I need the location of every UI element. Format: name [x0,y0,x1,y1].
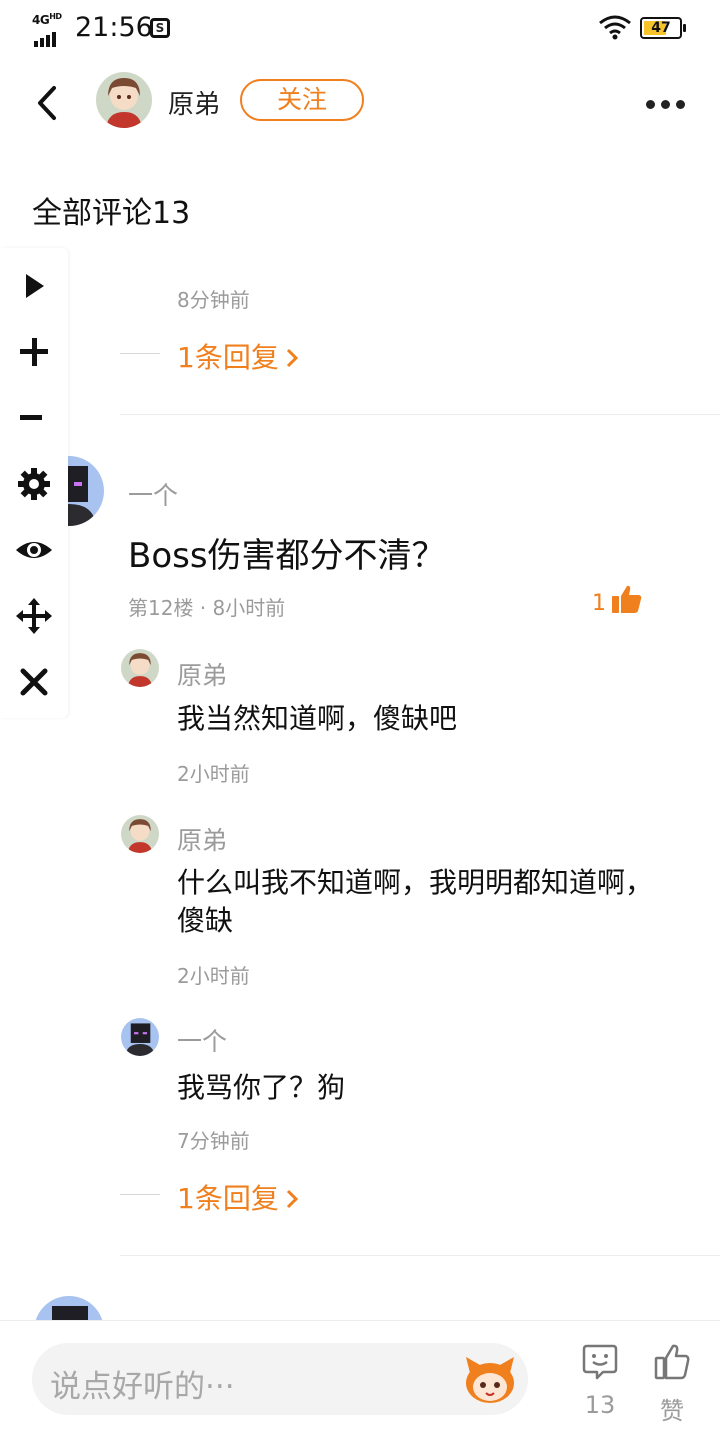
reply-avatar[interactable] [121,815,159,853]
wifi-icon [599,15,631,40]
comment-floor-time: 第12楼 · 8小时前 [128,596,286,620]
reply-avatar[interactable] [121,1018,159,1056]
like-button[interactable]: 赞 [650,1343,694,1425]
reply-time: 2小时前 [177,762,250,786]
gear-icon[interactable] [14,464,54,504]
thumbs-up-icon [654,1344,690,1380]
view-replies-link[interactable]: 1条回复 [177,1177,300,1217]
reply-avatar[interactable] [121,649,159,687]
comment-input-placeholder: 说点好听的··· [50,1369,235,1405]
chevron-right-icon [286,348,299,368]
follow-button[interactable]: 关注 [240,79,364,121]
reply-time: 7分钟前 [177,1129,250,1153]
comment-count-button[interactable]: 13 [578,1343,622,1423]
comment-input[interactable]: 说点好听的··· [32,1343,528,1415]
mascot-emoji-icon[interactable] [462,1353,518,1405]
thumbs-up-filled-icon [612,585,642,613]
author-avatar[interactable] [96,72,152,128]
floating-toolbar [0,248,68,718]
status-time: 21:56 [75,12,153,43]
battery-level: 47 [651,20,671,36]
header: 原弟 关注 [0,58,720,148]
reply-author[interactable]: 原弟 [177,656,227,692]
chevron-right-icon [286,1189,299,1209]
reply-time: 2小时前 [177,964,250,988]
author-name[interactable]: 原弟 [168,84,220,121]
bottom-bar: 说点好听的··· 13 赞 [0,1320,720,1436]
all-comments-title: 全部评论13 [32,196,191,231]
move-icon[interactable] [14,596,54,636]
view-replies-link[interactable]: 1条回复 [177,336,300,376]
like-count: 1 [592,591,606,616]
more-options-button[interactable] [646,94,696,109]
like-label: 赞 [660,1397,684,1425]
reply-text: 什么叫我不知道啊，我明明都知道啊，傻缺 [177,866,654,937]
plus-icon[interactable] [14,332,54,372]
network-type: 4GHD [32,12,62,27]
commenter-name[interactable]: 一个 [128,476,178,512]
reply-text: 我骂你了？狗 [177,1071,346,1104]
back-button[interactable] [28,80,68,126]
reply-author[interactable]: 一个 [177,1022,227,1058]
reply-author[interactable]: 原弟 [177,821,227,857]
comment-divider [120,414,720,415]
battery-icon: 47 [640,17,686,39]
comment-bubble-icon [582,1344,618,1380]
signal-icon: 4GHD [32,12,68,47]
comment-divider [120,1255,720,1256]
eye-icon[interactable] [14,530,54,570]
reply-divider [120,1194,160,1195]
close-icon[interactable] [14,662,54,702]
minus-icon[interactable] [14,398,54,438]
comment-time: 8分钟前 [177,288,250,312]
comment-count: 13 [584,1391,616,1419]
comment-like-button[interactable]: 1 [592,584,643,618]
status-bar: 4GHD 21:56 S 47 [0,0,720,58]
comment-text: Boss伤害都分不清？ [128,536,446,576]
reply-text: 我当然知道啊，傻缺吧 [177,702,458,735]
reply-divider [120,353,160,354]
screenshot-icon: S [150,18,170,38]
play-icon[interactable] [14,266,54,306]
